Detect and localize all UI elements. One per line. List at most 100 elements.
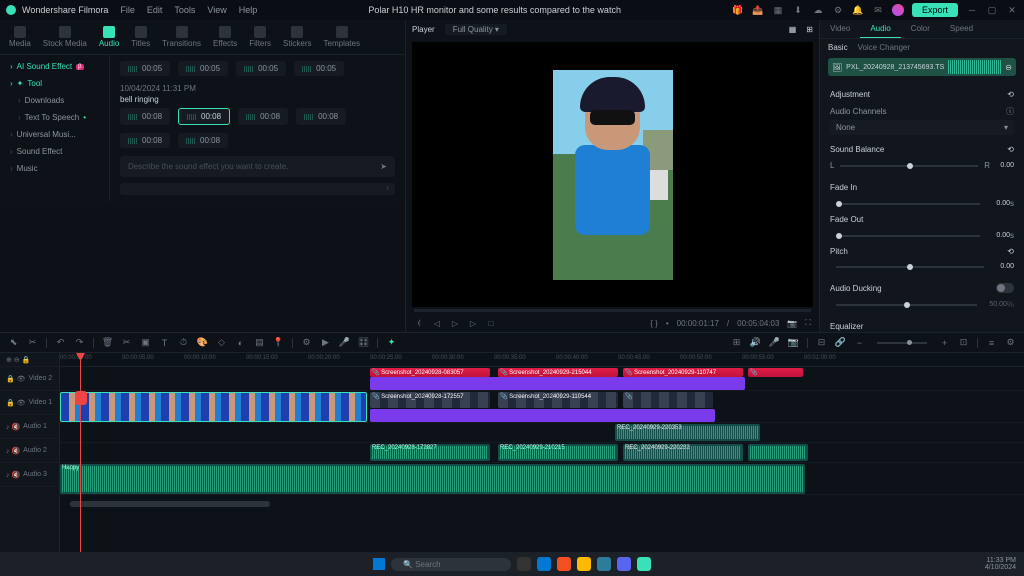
- video-preview[interactable]: [412, 42, 813, 307]
- mix-icon[interactable]: 🎛: [358, 337, 369, 348]
- clip-purple[interactable]: [370, 409, 715, 422]
- mask-icon[interactable]: ◐: [235, 337, 246, 348]
- clip-audio[interactable]: [748, 444, 808, 461]
- taskbar-app-filmora[interactable]: [637, 557, 651, 571]
- bracket-icon[interactable]: { }: [650, 319, 658, 328]
- clip-audio[interactable]: REC_20240929-220353: [615, 424, 760, 441]
- list-icon[interactable]: ≡: [986, 337, 997, 348]
- menu-help[interactable]: Help: [239, 5, 258, 15]
- taskbar-app[interactable]: [557, 557, 571, 571]
- group-icon[interactable]: ⊞: [731, 337, 742, 348]
- play-icon[interactable]: ▷: [450, 319, 460, 328]
- tab-video[interactable]: Video: [820, 20, 860, 38]
- grid-icon[interactable]: ⊞: [806, 25, 813, 34]
- prev-icon[interactable]: ◁: [432, 319, 442, 328]
- tab-speed[interactable]: Speed: [940, 20, 983, 38]
- mediatab-stock[interactable]: Stock Media: [40, 24, 90, 50]
- horizontal-scrollbar[interactable]: [70, 501, 270, 507]
- track-video1[interactable]: 🔒 👁 Video 1: [0, 391, 59, 415]
- mediatab-filters[interactable]: Filters: [246, 24, 274, 50]
- sidebar-downloads[interactable]: Downloads: [0, 92, 109, 109]
- remove-icon[interactable]: ⊖: [1005, 63, 1012, 72]
- taskbar-search[interactable]: 🔍 Search: [391, 558, 511, 571]
- sidebar-music[interactable]: Music: [0, 160, 109, 177]
- redo-icon[interactable]: ↷: [74, 337, 85, 348]
- clip-video[interactable]: 📎 Screenshot_20240929-110544: [498, 392, 618, 408]
- sidebar-sound-effect[interactable]: Sound Effect: [0, 143, 109, 160]
- crop-icon[interactable]: ▣: [140, 337, 151, 348]
- mediatab-transitions[interactable]: Transitions: [159, 24, 204, 50]
- sound-chip[interactable]: 00:05: [294, 61, 344, 76]
- pitch-slider[interactable]: [836, 266, 984, 268]
- color-icon[interactable]: 🎨: [197, 337, 208, 348]
- sound-chip[interactable]: 00:08: [120, 133, 170, 148]
- track-audio1[interactable]: ♪ 🔇 Audio 1: [0, 415, 59, 439]
- clip-video[interactable]: 📎: [623, 392, 713, 408]
- ducking-toggle[interactable]: [996, 283, 1014, 293]
- clip-screenshot[interactable]: 📎: [748, 368, 803, 377]
- cloud-icon[interactable]: ☁: [812, 4, 824, 16]
- clip-audio[interactable]: REC_20240928-172827: [370, 444, 490, 461]
- reset-icon[interactable]: ⟲: [1007, 247, 1014, 256]
- speed-icon[interactable]: ⏱: [178, 337, 189, 348]
- bell-icon[interactable]: 🔔: [852, 4, 864, 16]
- clip-purple[interactable]: [370, 377, 745, 390]
- playhead[interactable]: [80, 353, 81, 552]
- zoom-out-icon[interactable]: −: [854, 337, 865, 348]
- minimize-icon[interactable]: ─: [966, 4, 978, 16]
- mark-in-icon[interactable]: •: [666, 319, 669, 328]
- sound-chip[interactable]: 00:08: [120, 108, 170, 125]
- scrubber[interactable]: [414, 309, 811, 312]
- fadeout-slider[interactable]: [836, 235, 980, 237]
- keyframe-icon[interactable]: ◇: [216, 337, 227, 348]
- tool-icon[interactable]: ✂: [27, 337, 38, 348]
- track-video2[interactable]: 🔒 👁 Video 2: [0, 367, 59, 391]
- prev-frame-icon[interactable]: ⦉: [414, 318, 424, 328]
- reset-icon[interactable]: ⟲: [1007, 145, 1014, 154]
- clip-screenshot[interactable]: 📎 Screenshot_20240929-215044: [498, 368, 618, 377]
- menu-edit[interactable]: Edit: [147, 5, 163, 15]
- clip-video[interactable]: 📎 Screenshot_20240928-172557: [370, 392, 490, 408]
- sidebar-tool[interactable]: ✦ Tool: [0, 75, 109, 92]
- ai-icon[interactable]: ✦: [386, 337, 397, 348]
- sound-chip[interactable]: 00:05: [236, 61, 286, 76]
- text-icon[interactable]: T: [159, 337, 170, 348]
- reset-icon[interactable]: ⟲: [1007, 90, 1014, 99]
- fadein-slider[interactable]: [836, 203, 980, 205]
- undo-icon[interactable]: ↶: [55, 337, 66, 348]
- send-icon[interactable]: ➤: [380, 162, 387, 171]
- download-icon[interactable]: ⬇: [792, 4, 804, 16]
- adjust-icon[interactable]: ⚙: [301, 337, 312, 348]
- close-icon[interactable]: ✕: [1006, 4, 1018, 16]
- gift-icon[interactable]: 🎁: [732, 4, 744, 16]
- clip-audio[interactable]: REC_20240929-210215: [498, 444, 618, 461]
- mediatab-templates[interactable]: Templates: [321, 24, 363, 50]
- balance-slider[interactable]: [840, 165, 978, 167]
- ducking-slider[interactable]: [836, 304, 977, 306]
- sound-chip-selected[interactable]: 00:08: [178, 108, 230, 125]
- marker-icon[interactable]: 📍: [273, 337, 284, 348]
- windows-start-icon[interactable]: [373, 558, 385, 570]
- mail-icon[interactable]: ✉: [872, 4, 884, 16]
- split-icon[interactable]: ✂: [121, 337, 132, 348]
- avatar[interactable]: [892, 4, 904, 16]
- taskbar-app[interactable]: [577, 557, 591, 571]
- zoom-slider[interactable]: [877, 342, 927, 344]
- track-controls[interactable]: ⊕ ⊖ 🔒: [0, 353, 59, 367]
- next-icon[interactable]: ▷: [468, 319, 478, 328]
- taskbar-clock[interactable]: 11:33 PM4/10/2024: [985, 557, 1016, 571]
- cam-icon[interactable]: 📷: [788, 337, 799, 348]
- link-icon[interactable]: 🔗: [835, 337, 846, 348]
- grid-icon[interactable]: ▦: [772, 4, 784, 16]
- maximize-icon[interactable]: ▢: [986, 4, 998, 16]
- clip-screenshot[interactable]: 📎 Screenshot_20240928-083057: [370, 368, 490, 377]
- subtab-voice-changer[interactable]: Voice Changer: [858, 43, 910, 52]
- delete-icon[interactable]: 🗑: [102, 337, 113, 348]
- clip-audio-happy[interactable]: Happy: [60, 464, 805, 494]
- mediatab-media[interactable]: Media: [6, 24, 34, 50]
- sidebar-tts[interactable]: Text To Speech•: [0, 109, 109, 126]
- mediatab-stickers[interactable]: Stickers: [280, 24, 314, 50]
- menu-tools[interactable]: Tools: [174, 5, 195, 15]
- fit-icon[interactable]: ⊡: [958, 337, 969, 348]
- channels-select[interactable]: None▾: [830, 120, 1014, 135]
